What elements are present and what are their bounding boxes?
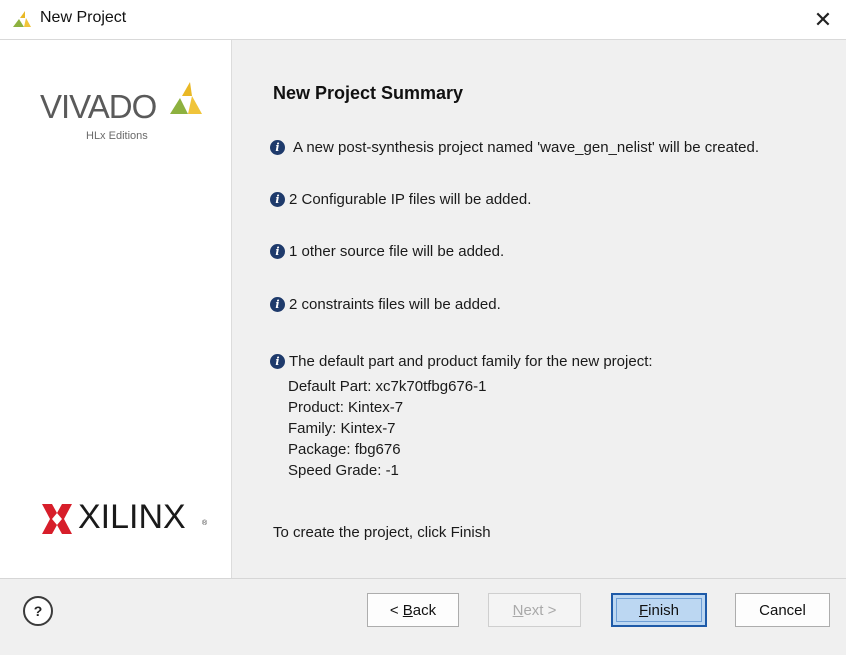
info-icon: i [270, 297, 285, 312]
close-icon: ✕ [813, 6, 833, 32]
package: Package: fbg676 [288, 441, 401, 458]
family: Family: Kintex-7 [288, 420, 396, 437]
next-rest: ext > [523, 601, 557, 619]
default-part: Default Part: xc7k70tfbg676-1 [288, 378, 487, 395]
finish-focus-ring: Finish [616, 598, 702, 622]
info-text: 1 other source file will be added. [289, 243, 505, 260]
dialog-body: VIVADO HLx Editions XILINX ® New Project… [0, 39, 846, 578]
help-icon: ? [33, 603, 43, 619]
vivado-edition-label: HLx Editions [86, 130, 148, 142]
button-bar: ? < Back Next > Finish Cancel [0, 578, 846, 655]
finish-button[interactable]: Finish [611, 593, 707, 627]
info-icon: i [270, 244, 285, 259]
vivado-app-icon [13, 11, 31, 27]
info-icon: i [270, 140, 285, 155]
info-constraints-files: i 2 constraints files will be added. [270, 296, 501, 313]
title-bar: New Project ✕ [0, 0, 846, 39]
page-title: New Project Summary [273, 83, 464, 103]
registered-mark: ® [202, 520, 208, 527]
info-source-files: i 1 other source file will be added. [270, 243, 504, 260]
summary-content: New Project Summary i A new post-synthes… [232, 40, 846, 578]
finish-rest: inish [648, 601, 680, 619]
cancel-label: Cancel [759, 601, 806, 619]
info-icon: i [270, 354, 285, 369]
info-project-name: i A new post-synthesis project named 'wa… [270, 139, 759, 156]
close-button[interactable]: ✕ [800, 0, 846, 39]
finish-mnemonic: F [638, 601, 649, 619]
branding-panel: VIVADO HLx Editions XILINX ® [0, 40, 232, 578]
info-ip-files: i 2 Configurable IP files will be added. [270, 191, 531, 208]
info-text: The default part and product family for … [289, 353, 653, 370]
product: Product: Kintex-7 [288, 399, 404, 416]
info-text: A new post-synthesis project named 'wave… [293, 139, 759, 156]
new-project-dialog: New Project ✕ VIVADO HLx Editions XILINX… [0, 0, 846, 655]
back-rest: ack [412, 601, 437, 619]
help-button[interactable]: ? [23, 596, 53, 626]
vivado-wordmark: VIVADO [40, 88, 157, 125]
vivado-mark-icon [170, 82, 202, 114]
speed-grade: Speed Grade: -1 [288, 462, 399, 479]
xilinx-wordmark: XILINX [78, 498, 186, 536]
info-text: 2 constraints files will be added. [289, 296, 501, 313]
info-part-family: i The default part and product family fo… [270, 353, 653, 370]
next-mnemonic: N [512, 601, 524, 619]
info-icon: i [270, 192, 285, 207]
finish-hint: To create the project, click Finish [273, 524, 491, 541]
back-button[interactable]: < Back [367, 593, 459, 627]
vivado-logo: VIVADO HLx Editions [40, 82, 220, 152]
window-title: New Project [40, 9, 127, 26]
next-button[interactable]: Next > [488, 593, 581, 627]
xilinx-mark-icon [42, 504, 72, 534]
part-details: Default Part: xc7k70tfbg676-1 Product: K… [288, 376, 486, 481]
cancel-button[interactable]: Cancel [735, 593, 830, 627]
xilinx-logo: XILINX ® [42, 498, 222, 538]
back-prefix: < [389, 601, 403, 619]
info-text: 2 Configurable IP files will be added. [289, 191, 532, 208]
back-mnemonic: B [402, 601, 413, 619]
